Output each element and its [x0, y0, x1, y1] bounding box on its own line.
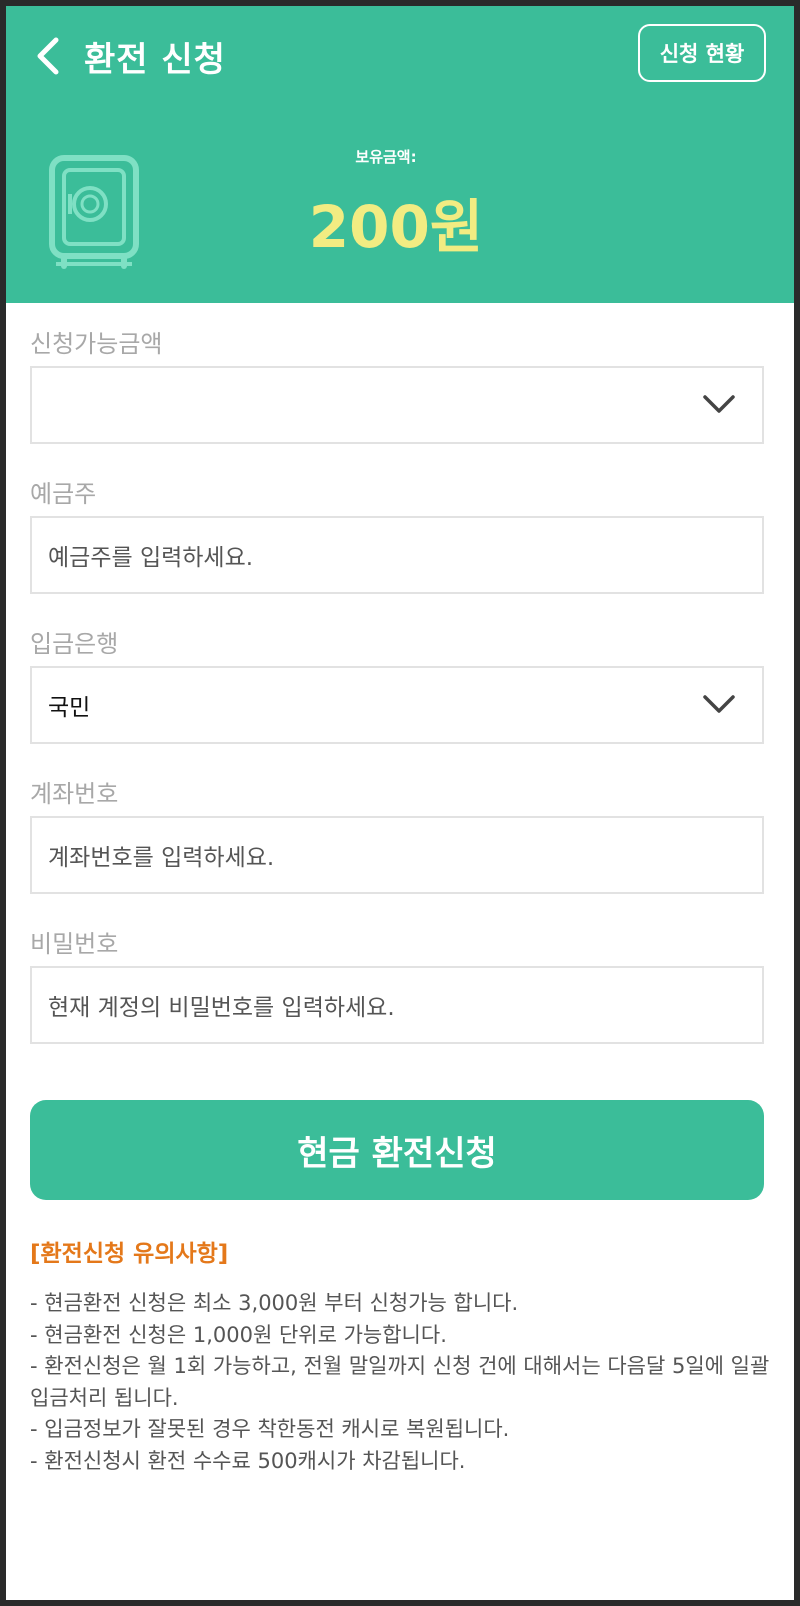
depositor-input[interactable]: 예금주를 입력하세요.	[30, 516, 764, 594]
notice-item: - 현금환전 신청은 최소 3,000원 부터 신청가능 합니다.	[30, 1291, 519, 1315]
notice-item: - 환전신청은 월 1회 가능하고, 전월 말일까지 신청 건에 대해서는 다음…	[30, 1354, 770, 1410]
notice-item: - 입금정보가 잘못된 경우 착한동전 캐시로 복원됩니다.	[30, 1417, 510, 1441]
exchange-request-screen: 환전 신청 신청 현황 보유금액: 200원 신청가능금액 예금주 예금주를 입…	[6, 6, 794, 1600]
chevron-left-icon[interactable]	[30, 34, 70, 78]
account-label: 계좌번호	[30, 780, 119, 808]
chevron-down-icon	[703, 395, 735, 413]
account-input[interactable]: 계좌번호를 입력하세요.	[30, 816, 764, 894]
bank-label: 입금은행	[30, 630, 119, 658]
bank-select[interactable]: 국민	[30, 666, 764, 744]
page-title: 환전 신청	[84, 40, 226, 80]
notice-item: - 환전신청시 환전 수수료 500캐시가 차감됩니다.	[30, 1448, 466, 1473]
password-label: 비밀번호	[30, 930, 119, 958]
safe-icon	[49, 155, 139, 269]
bank-value: 국민	[48, 695, 91, 721]
password-input[interactable]: 현재 계정의 비밀번호를 입력하세요.	[30, 966, 764, 1044]
submit-exchange-button[interactable]: 현금 환전신청	[30, 1100, 764, 1200]
notice-item: - 현금환전 신청은 1,000원 단위로 가능합니다.	[30, 1322, 447, 1347]
request-status-button[interactable]: 신청 현황	[638, 24, 766, 82]
amount-label: 신청가능금액	[30, 330, 163, 358]
depositor-label: 예금주	[30, 480, 97, 508]
chevron-down-icon	[703, 695, 735, 713]
notice-title: [환전신청 유의사항]	[30, 1241, 229, 1267]
notice-list: - 현금환전 신청은 최소 3,000원 부터 신청가능 합니다. - 현금환전…	[30, 1288, 776, 1477]
balance-label: 보유금액:	[355, 148, 417, 166]
balance-value: 200원	[308, 193, 484, 261]
amount-select[interactable]	[30, 366, 764, 444]
header: 환전 신청 신청 현황 보유금액: 200원	[6, 6, 794, 303]
